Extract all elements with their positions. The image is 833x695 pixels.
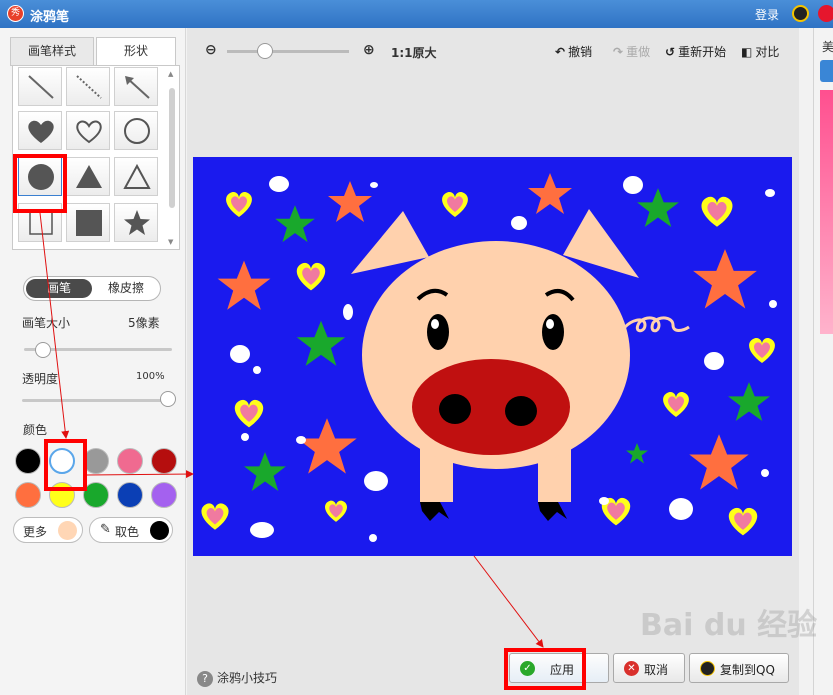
- copy-to-qq-button[interactable]: 复制到QQ: [689, 653, 789, 683]
- filled-triangle-shape-icon[interactable]: [66, 157, 110, 196]
- brush-size-value: 5像素: [128, 316, 160, 330]
- brush-mode-button[interactable]: 画笔: [26, 279, 92, 298]
- redo-icon: ↷: [613, 45, 624, 59]
- restart-button[interactable]: ↺ 重新开始: [665, 43, 726, 60]
- eyedropper-icon: ✎: [100, 522, 111, 537]
- undo-button[interactable]: ↶ 撤销: [555, 43, 592, 60]
- brush-size-label: 画笔大小: [22, 316, 71, 330]
- zoom-slider-knob[interactable]: [257, 43, 273, 59]
- current-color-preview: [58, 521, 77, 540]
- scroll-up-icon[interactable]: ▲: [168, 70, 173, 78]
- restart-label: 重新开始: [678, 45, 727, 59]
- more-colors-button[interactable]: 更多: [13, 517, 83, 543]
- arrow-shape-icon[interactable]: [114, 67, 158, 106]
- filled-square-shape-icon[interactable]: [66, 203, 110, 242]
- editor-area: ⊖ ⊕ 1:1原大 ↶ 撤销 ↷ 重做 ↺ 重新开始 ◧ 对比 ? 涂鸦小技巧 …: [187, 28, 799, 695]
- shape-scrollbar[interactable]: ▲ ▼: [168, 70, 176, 246]
- more-colors-label: 更多: [23, 525, 48, 539]
- compare-icon: ◧: [741, 45, 753, 59]
- zoom-slider[interactable]: [227, 50, 349, 53]
- brush-eraser-toggle: 画笔 橡皮擦: [23, 276, 161, 301]
- color-swatch[interactable]: [151, 482, 177, 508]
- highlight-box-apply-button: [504, 648, 586, 690]
- sidebar-heading: 美: [822, 40, 833, 54]
- color-swatch[interactable]: [117, 448, 143, 474]
- star-shape-icon[interactable]: [114, 203, 158, 242]
- highlight-box-circle-shape: [13, 154, 67, 213]
- zoom-ratio-label: 原大: [412, 46, 437, 60]
- opacity-label: 透明度: [22, 372, 59, 386]
- scroll-down-icon[interactable]: ▼: [168, 238, 173, 246]
- picked-color-preview: [150, 521, 169, 540]
- outline-circle-shape-icon[interactable]: [114, 111, 158, 150]
- redo-button[interactable]: ↷ 重做: [613, 43, 650, 60]
- color-label: 颜色: [23, 423, 48, 437]
- editor-toolbar: ⊖ ⊕ 1:1原大 ↶ 撤销 ↷ 重做 ↺ 重新开始 ◧ 对比: [187, 28, 799, 70]
- sidebar-banner-image[interactable]: [820, 90, 833, 334]
- watermark: Bai du 经验: [640, 608, 818, 643]
- opacity-value: 100%: [136, 371, 165, 382]
- close-icon: ✕: [624, 661, 639, 676]
- redo-label: 重做: [626, 45, 651, 59]
- zoom-out-icon[interactable]: ⊖: [205, 42, 217, 58]
- tab-brush-style[interactable]: 画笔样式: [10, 37, 94, 66]
- drawing-canvas[interactable]: [193, 157, 792, 556]
- undo-icon: ↶: [555, 45, 566, 59]
- help-icon: ?: [197, 671, 213, 687]
- weibo-icon[interactable]: [818, 5, 833, 22]
- tips-link[interactable]: ? 涂鸦小技巧: [197, 669, 277, 687]
- highlight-box-white-color: [44, 439, 87, 491]
- sidebar-button[interactable]: [820, 60, 833, 82]
- color-picker-label: 取色: [115, 525, 140, 539]
- color-picker-button[interactable]: ✎ 取色: [89, 517, 173, 543]
- outline-heart-shape-icon[interactable]: [66, 111, 110, 150]
- color-swatch[interactable]: [15, 482, 41, 508]
- restart-icon: ↺: [665, 45, 676, 59]
- opacity-slider[interactable]: [22, 399, 168, 402]
- qq-icon[interactable]: [792, 5, 809, 22]
- outline-triangle-shape-icon[interactable]: [114, 157, 158, 196]
- filled-heart-shape-icon[interactable]: [18, 111, 62, 150]
- right-sidebar: 美: [813, 28, 833, 695]
- color-swatch[interactable]: [15, 448, 41, 474]
- window-title: 涂鸦笔: [30, 10, 70, 25]
- zoom-ratio: 1:1: [391, 46, 413, 60]
- tool-panel: 画笔样式 形状 ▲ ▼ 画笔 橡皮擦 画笔大小 5像素 透明度 100% 颜色 …: [0, 28, 186, 695]
- app-logo-icon: 秀: [7, 5, 24, 22]
- scroll-thumb[interactable]: [169, 88, 175, 208]
- color-swatch[interactable]: [117, 482, 143, 508]
- compare-label: 对比: [755, 45, 780, 59]
- tab-shapes[interactable]: 形状: [96, 37, 176, 66]
- eraser-mode-button[interactable]: 橡皮擦: [94, 279, 158, 298]
- zoom-in-icon[interactable]: ⊕: [363, 42, 375, 58]
- brush-size-slider-knob[interactable]: [34, 342, 51, 358]
- actual-size-button[interactable]: 1:1原大: [391, 44, 437, 61]
- pig-drawing: [201, 173, 777, 542]
- title-bar: 秀 涂鸦笔 登录: [0, 0, 833, 28]
- login-link[interactable]: 登录: [755, 6, 779, 23]
- qq-penguin-icon: [700, 661, 715, 676]
- opacity-slider-knob[interactable]: [160, 391, 176, 407]
- cancel-label: 取消: [644, 663, 669, 677]
- undo-label: 撤销: [568, 45, 593, 59]
- dashed-line-shape-icon[interactable]: [66, 67, 110, 106]
- line-shape-icon[interactable]: [18, 67, 62, 106]
- color-swatch[interactable]: [151, 448, 177, 474]
- compare-button[interactable]: ◧ 对比: [741, 43, 779, 60]
- tips-label: 涂鸦小技巧: [217, 671, 278, 685]
- cancel-button[interactable]: ✕ 取消: [613, 653, 685, 683]
- copy-to-qq-label: 复制到QQ: [720, 663, 775, 677]
